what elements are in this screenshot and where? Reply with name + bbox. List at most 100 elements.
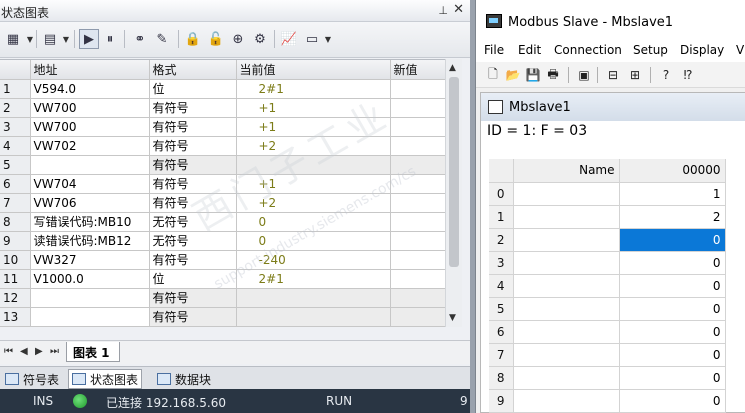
pencil-icon[interactable]: ✎ bbox=[152, 29, 172, 49]
current-value-cell[interactable]: 2#1 bbox=[236, 79, 391, 99]
new-value-cell[interactable] bbox=[390, 250, 446, 270]
row-number[interactable]: 7 bbox=[0, 193, 31, 213]
name-header[interactable]: Name bbox=[513, 159, 620, 183]
menu-file[interactable]: File bbox=[484, 43, 504, 57]
table-icon[interactable]: ▦ bbox=[3, 29, 23, 49]
tab-symbol-table[interactable]: 符号表 bbox=[2, 369, 62, 389]
table-row[interactable]: 11 V1000.0 位 2#1 bbox=[0, 269, 446, 289]
row-number[interactable]: 11 bbox=[0, 269, 31, 289]
current-value-cell[interactable] bbox=[236, 155, 391, 175]
context-help-icon[interactable]: ⁉ bbox=[679, 66, 697, 84]
register-value-cell[interactable]: 0 bbox=[619, 389, 726, 413]
next-sheet-icon[interactable]: ▶ bbox=[35, 346, 43, 357]
register-value-cell[interactable]: 0 bbox=[619, 297, 726, 321]
pin-icon[interactable]: ⊥ bbox=[438, 4, 448, 17]
format-cell[interactable]: 有符号 bbox=[149, 250, 237, 270]
format-cell[interactable]: 有符号 bbox=[149, 174, 237, 194]
last-sheet-icon[interactable]: ⏭ bbox=[50, 346, 59, 357]
row-number[interactable]: 1 bbox=[0, 79, 31, 99]
format-header[interactable]: 格式 bbox=[149, 60, 237, 80]
new-value-cell[interactable] bbox=[390, 174, 446, 194]
address-cell[interactable]: VW700 bbox=[30, 117, 150, 137]
sheet-tab-chart1[interactable]: 图表 1 bbox=[66, 342, 120, 362]
new-value-header[interactable]: 新值 bbox=[390, 60, 446, 80]
address-cell[interactable]: VW706 bbox=[30, 193, 150, 213]
chevron-down-icon[interactable]: ▼ bbox=[61, 29, 71, 49]
current-value-header[interactable]: 当前值 bbox=[236, 60, 391, 80]
format-cell[interactable]: 位 bbox=[149, 79, 237, 99]
format-cell[interactable]: 无符号 bbox=[149, 231, 237, 251]
menu-connection[interactable]: Connection bbox=[554, 43, 622, 57]
register-row[interactable]: 12 bbox=[489, 205, 726, 229]
new-value-cell[interactable] bbox=[390, 212, 446, 232]
row-number[interactable]: 12 bbox=[0, 288, 31, 308]
address-cell[interactable]: VW702 bbox=[30, 136, 150, 156]
new-value-cell[interactable] bbox=[390, 117, 446, 137]
current-value-cell[interactable]: 2#1 bbox=[236, 269, 391, 289]
address-cell[interactable]: VW704 bbox=[30, 174, 150, 194]
pause-icon[interactable]: ⏸ bbox=[100, 29, 120, 49]
row-number[interactable]: 13 bbox=[0, 307, 31, 327]
register-value-cell[interactable]: 0 bbox=[619, 251, 726, 275]
address-cell[interactable] bbox=[30, 307, 150, 327]
row-number[interactable]: 2 bbox=[0, 98, 31, 118]
format-cell[interactable]: 有符号 bbox=[149, 288, 237, 308]
close-icon[interactable]: ✕ bbox=[453, 2, 464, 17]
scroll-up-icon[interactable]: ▲ bbox=[449, 63, 456, 73]
address-cell[interactable]: VW327 bbox=[30, 250, 150, 270]
current-value-cell[interactable] bbox=[236, 307, 391, 327]
chevron-down-icon[interactable]: ▼ bbox=[323, 29, 333, 49]
print-icon[interactable]: 🖶 bbox=[544, 66, 562, 84]
address-cell[interactable]: VW700 bbox=[30, 98, 150, 118]
address-cell[interactable]: V1000.0 bbox=[30, 269, 150, 289]
current-value-cell[interactable]: +1 bbox=[236, 174, 391, 194]
register-row[interactable]: 20 bbox=[489, 228, 726, 252]
chevron-down-icon[interactable]: ▼ bbox=[25, 29, 35, 49]
register-row[interactable]: 70 bbox=[489, 343, 726, 367]
new-value-cell[interactable] bbox=[390, 231, 446, 251]
new-file-icon[interactable]: 🗋 bbox=[484, 66, 502, 84]
table-row[interactable]: 5 有符号 bbox=[0, 155, 446, 175]
current-value-cell[interactable]: +2 bbox=[236, 136, 391, 156]
display-icon[interactable]: ▭ bbox=[302, 29, 322, 49]
register-value-cell[interactable]: 0 bbox=[619, 274, 726, 298]
lock-add-icon[interactable]: ⊕ bbox=[228, 29, 248, 49]
scroll-down-icon[interactable]: ▼ bbox=[449, 313, 456, 323]
menu-edit[interactable]: Edit bbox=[518, 43, 541, 57]
register-row[interactable]: 90 bbox=[489, 389, 726, 413]
table-row[interactable]: 12 有符号 bbox=[0, 288, 446, 308]
format-cell[interactable]: 有符号 bbox=[149, 117, 237, 137]
address-cell[interactable] bbox=[30, 155, 150, 175]
format-cell[interactable]: 有符号 bbox=[149, 155, 237, 175]
table-row[interactable]: 9 读错误代码:MB12 无符号 0 bbox=[0, 231, 446, 251]
new-value-cell[interactable] bbox=[390, 98, 446, 118]
connect-icon[interactable]: ⊟ bbox=[604, 66, 622, 84]
register-name-cell[interactable] bbox=[513, 251, 620, 275]
insert-row-icon[interactable]: ▤ bbox=[40, 29, 60, 49]
table-row[interactable]: 13 有符号 bbox=[0, 307, 446, 327]
tab-status-chart[interactable]: 状态图表 bbox=[68, 369, 143, 389]
menu-view[interactable]: Vi bbox=[736, 43, 745, 57]
current-value-cell[interactable]: +2 bbox=[236, 193, 391, 213]
force-icon[interactable]: ⚙ bbox=[250, 29, 270, 49]
new-value-cell[interactable] bbox=[390, 136, 446, 156]
new-value-cell[interactable] bbox=[390, 307, 446, 327]
table-row[interactable]: 2 VW700 有符号 +1 bbox=[0, 98, 446, 118]
register-row[interactable]: 60 bbox=[489, 320, 726, 344]
register-row[interactable]: 30 bbox=[489, 251, 726, 275]
row-number[interactable]: 4 bbox=[0, 136, 31, 156]
current-value-cell[interactable]: 0 bbox=[236, 212, 391, 232]
register-row[interactable]: 01 bbox=[489, 182, 726, 206]
row-number[interactable]: 3 bbox=[0, 117, 31, 137]
menu-display[interactable]: Display bbox=[680, 43, 724, 57]
format-cell[interactable]: 无符号 bbox=[149, 212, 237, 232]
row-number[interactable]: 8 bbox=[0, 212, 31, 232]
register-name-cell[interactable] bbox=[513, 389, 620, 413]
glasses-icon[interactable]: ⚭ bbox=[130, 29, 150, 49]
register-name-cell[interactable] bbox=[513, 366, 620, 390]
register-name-cell[interactable] bbox=[513, 320, 620, 344]
format-cell[interactable]: 有符号 bbox=[149, 307, 237, 327]
register-row[interactable]: 50 bbox=[489, 297, 726, 321]
table-row[interactable]: 10 VW327 有符号 -240 bbox=[0, 250, 446, 270]
table-row[interactable]: 4 VW702 有符号 +2 bbox=[0, 136, 446, 156]
